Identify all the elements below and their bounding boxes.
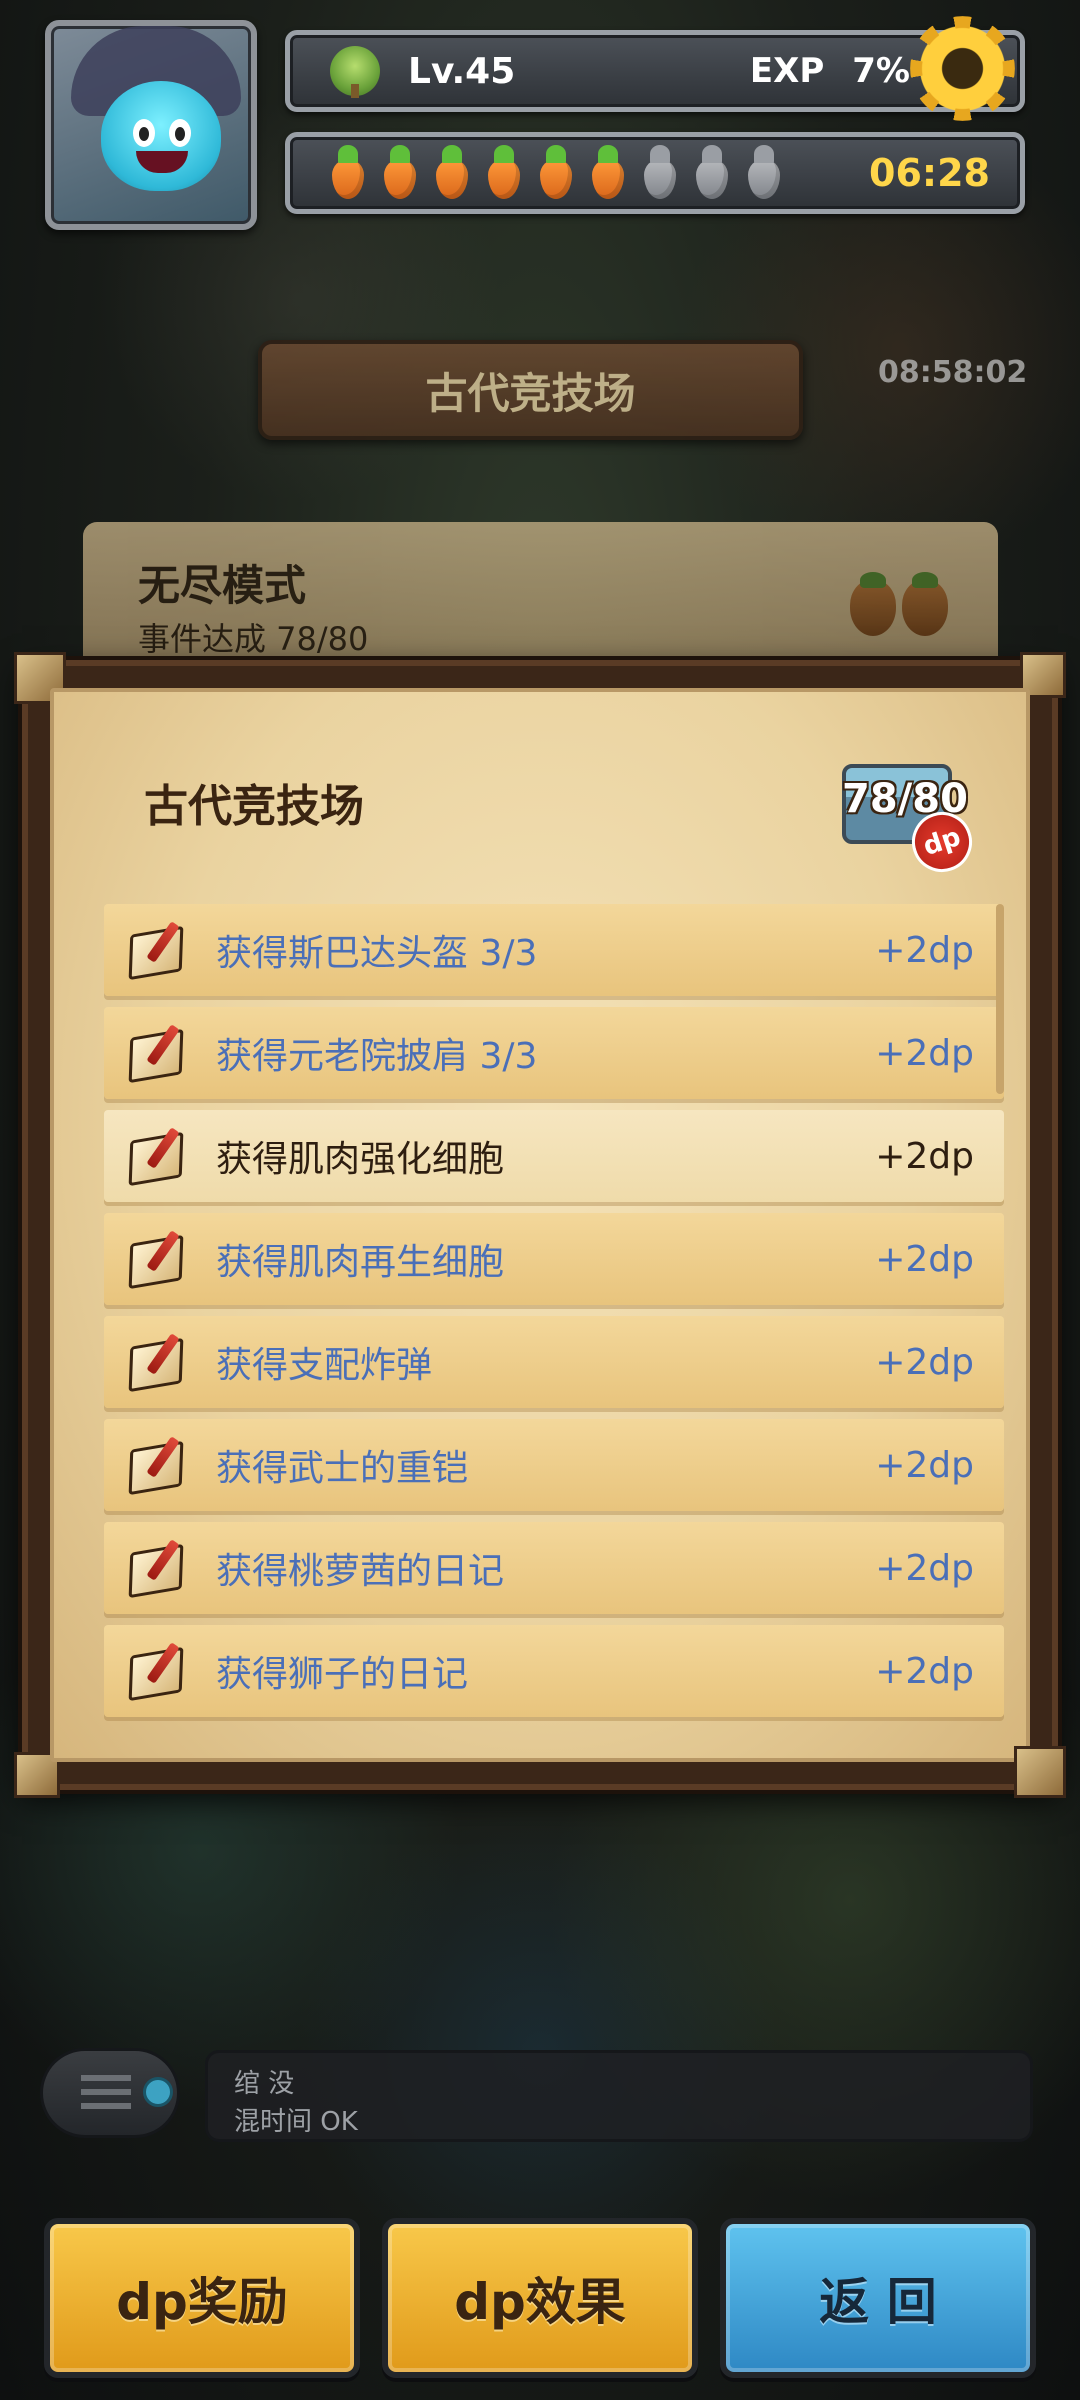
carrot-icon xyxy=(326,145,370,201)
achievement-row[interactable]: 获得元老院披肩 3/3 +2dp xyxy=(104,1007,1004,1099)
achievement-text: 获得支配炸弹 xyxy=(216,1345,433,1386)
avatar-mouth xyxy=(136,151,188,173)
arena-title-plate: 古代竞技场 xyxy=(258,340,803,440)
achievement-text: 获得元老院披肩 3/3 xyxy=(216,1036,538,1077)
achievement-points: +2dp xyxy=(875,1135,974,1177)
endless-mode-title: 无尽模式 xyxy=(138,561,307,610)
avatar-face xyxy=(101,81,221,191)
scroll-quill-icon xyxy=(126,1538,186,1598)
dp-reward-button[interactable]: dp奖励 xyxy=(44,2218,360,2378)
achievement-row[interactable]: 获得斯巴达头盔 3/3 +2dp xyxy=(104,904,1004,996)
endless-mode-progress: 事件达成 78/80 xyxy=(138,620,369,658)
empty-carrot-icon xyxy=(638,145,682,201)
achievement-row[interactable]: 获得肌肉再生细胞 +2dp xyxy=(104,1213,1004,1305)
empty-carrot-icon xyxy=(690,145,734,201)
achievement-points: +2dp xyxy=(875,929,974,971)
endless-mode-card[interactable]: 无尽模式 事件达成 78/80 xyxy=(83,522,998,672)
achievement-row[interactable]: 获得武士的重铠 +2dp xyxy=(104,1419,1004,1511)
endless-mode-rewards xyxy=(850,572,948,636)
acorn-icon xyxy=(902,572,948,636)
event-timer: 08:58:02 xyxy=(878,355,1028,390)
tree-icon xyxy=(330,46,380,98)
player-avatar[interactable] xyxy=(45,20,257,230)
achievement-points: +2dp xyxy=(875,1032,974,1074)
achievement-text: 获得斯巴达头盔 3/3 xyxy=(216,933,538,974)
scroll-quill-icon xyxy=(126,1023,186,1083)
scroll-quill-icon xyxy=(126,1126,186,1186)
achievement-row[interactable]: 获得狮子的日记 +2dp xyxy=(104,1625,1004,1717)
chat-line: 绾 没 xyxy=(234,2069,295,2099)
achievement-text: 获得武士的重铠 xyxy=(216,1448,469,1489)
settings-gear-icon[interactable] xyxy=(910,16,1015,121)
scroll-quill-icon xyxy=(126,1435,186,1495)
scroll-quill-icon xyxy=(126,1229,186,1289)
achievement-list[interactable]: 获得斯巴达头盔 3/3 +2dp 获得元老院披肩 3/3 +2dp 获得肌肉强化细胞 +2… xyxy=(104,904,1004,1728)
carrot-icon xyxy=(430,145,474,201)
achievement-points: +2dp xyxy=(875,1341,974,1383)
carrot-icon xyxy=(586,145,630,201)
achievement-modal: 古代竞技场 78/80 dp 获得斯巴达头盔 3/3 +2dp 获得元老院披肩 3/… xyxy=(14,652,1066,1798)
stamina-carrots xyxy=(326,145,786,201)
achievement-text: 获得狮子的日记 xyxy=(216,1654,469,1695)
exp-value: 7% xyxy=(852,51,910,91)
empty-carrot-icon xyxy=(742,145,786,201)
avatar-eye xyxy=(133,119,155,147)
achievement-text: 获得桃萝茜的日记 xyxy=(216,1551,505,1592)
scroll-quill-icon xyxy=(126,920,186,980)
dp-effect-button[interactable]: dp效果 xyxy=(382,2218,698,2378)
dp-effect-label: dp效果 xyxy=(454,2273,626,2331)
scroll-quill-icon xyxy=(126,1641,186,1701)
modal-parchment: 古代竞技场 78/80 dp 获得斯巴达头盔 3/3 +2dp 获得元老院披肩 3/… xyxy=(50,688,1030,1762)
arena-title: 古代竞技场 xyxy=(425,368,636,418)
chat-line: 混时间 OK xyxy=(234,2107,358,2137)
achievement-points: +2dp xyxy=(875,1547,974,1589)
achievement-row[interactable]: 获得桃萝茜的日记 +2dp xyxy=(104,1522,1004,1614)
back-label: 返 回 xyxy=(819,2273,937,2331)
achievement-text: 获得肌肉强化细胞 xyxy=(216,1139,505,1180)
acorn-icon xyxy=(850,572,896,636)
treasure-chest-icon: 78/80 dp xyxy=(826,750,980,880)
chat-box[interactable]: 绾 没 混时间 OK xyxy=(205,2050,1033,2142)
achievement-points: +2dp xyxy=(875,1444,974,1486)
back-button[interactable]: 返 回 xyxy=(720,2218,1036,2378)
level-text: Lv.45 xyxy=(408,50,516,92)
carrot-icon xyxy=(482,145,526,201)
dp-reward-label: dp奖励 xyxy=(116,2273,288,2331)
list-scrollbar[interactable] xyxy=(996,904,1004,1094)
exp-label: EXP xyxy=(749,51,825,91)
achievement-points: +2dp xyxy=(875,1238,974,1280)
achievement-row[interactable]: 获得肌肉强化细胞 +2dp xyxy=(104,1110,1004,1202)
chat-button[interactable] xyxy=(40,2048,180,2138)
avatar-eye xyxy=(169,119,191,147)
stamina-timer: 06:28 xyxy=(869,151,990,195)
stamina-bar: 06:28 xyxy=(285,132,1025,214)
achievement-text: 获得肌肉再生细胞 xyxy=(216,1242,505,1283)
carrot-icon xyxy=(534,145,578,201)
achievement-row[interactable]: 获得支配炸弹 +2dp xyxy=(104,1316,1004,1408)
carrot-icon xyxy=(378,145,422,201)
modal-title: 古代竞技场 xyxy=(144,781,364,832)
achievement-points: +2dp xyxy=(875,1650,974,1692)
scroll-quill-icon xyxy=(126,1332,186,1392)
